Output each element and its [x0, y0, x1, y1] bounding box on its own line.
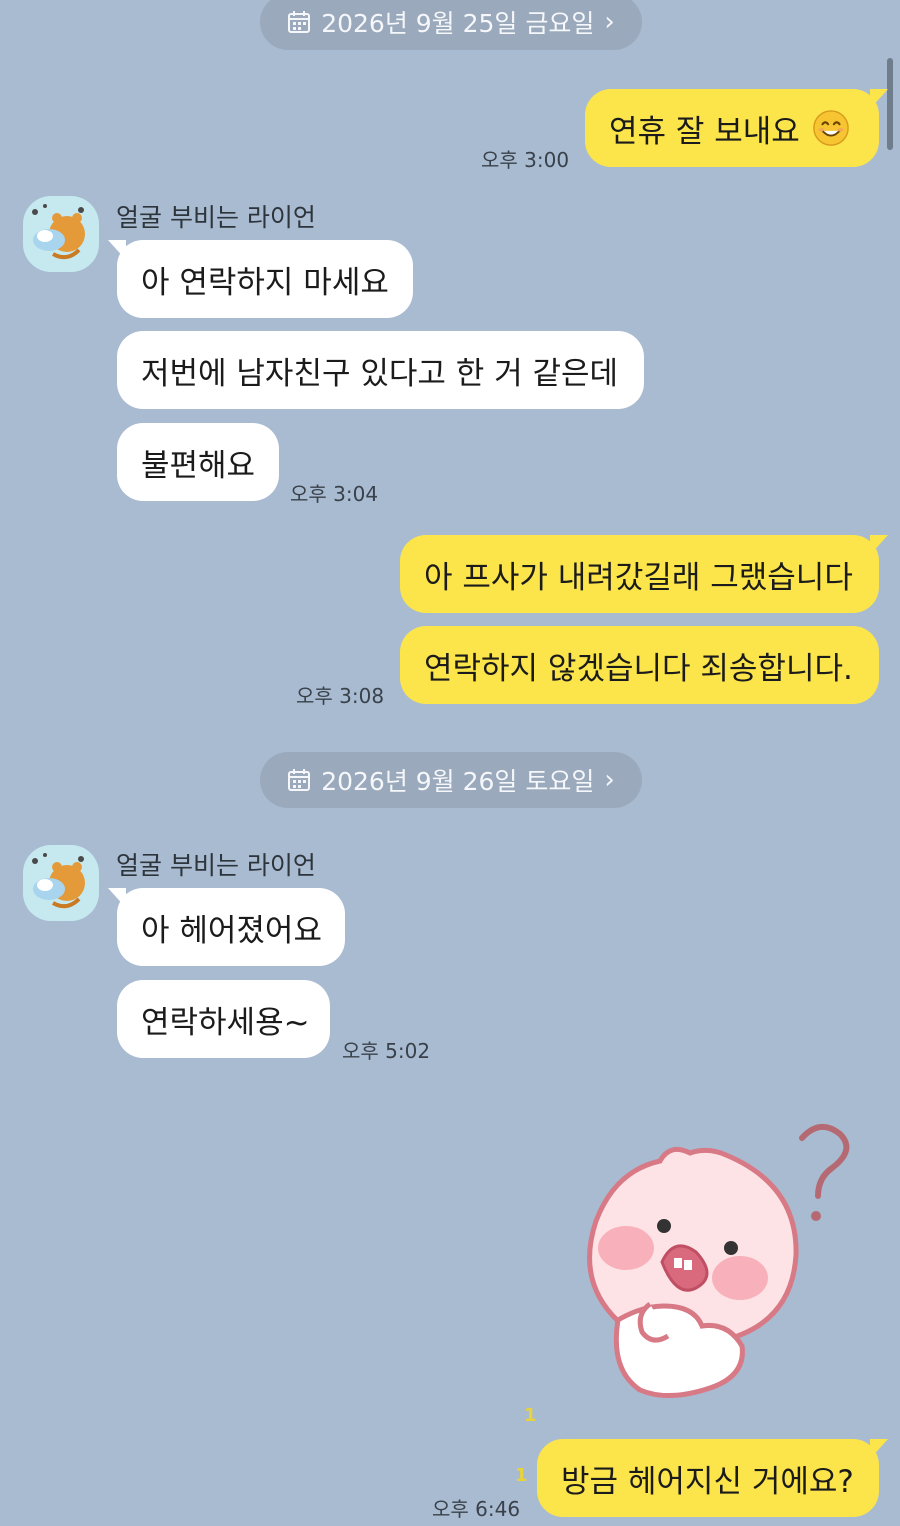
outgoing-message[interactable]: 연휴 잘 보내요 — [585, 89, 888, 167]
incoming-message[interactable]: 아 연락하지 마세요 — [108, 240, 413, 318]
message-text: 연락하세용~ — [141, 1004, 310, 1041]
sender-name: 얼굴 부비는 라이언 — [116, 851, 316, 880]
outgoing-message[interactable]: 연락하지 않겠습니다 죄송합니다. — [400, 626, 879, 704]
ryan-character — [32, 204, 85, 260]
message-text: 방금 헤어지신 거에요? — [561, 1463, 854, 1500]
unread-count: 1 — [524, 1405, 537, 1426]
avatar[interactable] — [23, 196, 99, 272]
apeach-question-sticker[interactable] — [570, 1108, 870, 1408]
incoming-message[interactable]: 저번에 남자친구 있다고 한 거 같은데 — [117, 331, 644, 409]
smiling-face-icon — [813, 110, 849, 146]
timestamp: 오후 5:02 — [342, 1039, 431, 1063]
date-divider[interactable]: 2026년 9월 26일 토요일 › — [260, 752, 642, 808]
sender-name: 얼굴 부비는 라이언 — [116, 203, 316, 232]
incoming-message[interactable]: 불편해요 — [117, 423, 279, 501]
calendar-icon — [288, 769, 311, 791]
chevron-right-icon: › — [604, 7, 615, 37]
outgoing-message[interactable]: 아 프사가 내려갔길래 그랬습니다 — [400, 535, 888, 613]
message-text: 아 프사가 내려갔길래 그랬습니다 — [424, 559, 853, 596]
date-text: 2026년 9월 25일 금요일 — [321, 9, 595, 38]
timestamp: 오후 3:04 — [290, 482, 379, 506]
date-text: 2026년 9월 26일 토요일 — [321, 767, 595, 796]
avatar[interactable] — [23, 845, 99, 921]
message-text: 연락하지 않겠습니다 죄송합니다. — [424, 650, 853, 687]
message-text: 저번에 남자친구 있다고 한 거 같은데 — [141, 355, 619, 392]
message-text: 연휴 잘 보내요 — [609, 113, 800, 150]
unread-count: 1 — [515, 1465, 528, 1486]
timestamp: 오후 3:08 — [296, 684, 385, 708]
timestamp: 오후 3:00 — [481, 148, 570, 172]
incoming-message[interactable]: 아 헤어졌어요 — [108, 888, 345, 966]
timestamp: 오후 6:46 — [432, 1497, 521, 1521]
date-divider[interactable]: 2026년 9월 25일 금요일 › — [260, 0, 642, 50]
chevron-right-icon: › — [604, 765, 615, 795]
outgoing-message[interactable]: 방금 헤어지신 거에요? — [537, 1439, 888, 1517]
message-text: 불편해요 — [141, 447, 256, 484]
calendar-icon — [288, 11, 311, 33]
message-text: 아 연락하지 마세요 — [141, 264, 389, 301]
ryan-character — [32, 853, 85, 909]
incoming-message[interactable]: 연락하세용~ — [117, 980, 330, 1058]
message-text: 아 헤어졌어요 — [141, 912, 322, 949]
